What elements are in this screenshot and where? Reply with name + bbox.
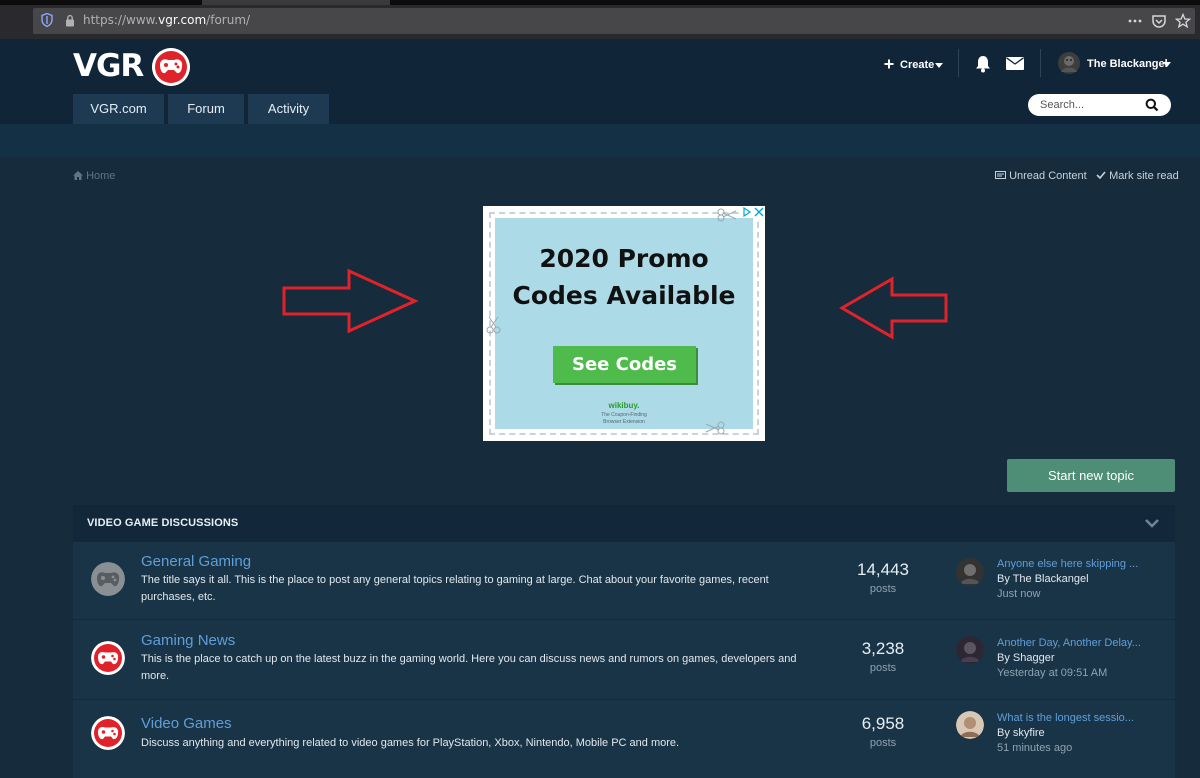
- category-header: VIDEO GAME DISCUSSIONS: [73, 505, 1175, 542]
- user-avatar: [1058, 52, 1080, 74]
- last-post-title[interactable]: Anyone else here skipping ...: [997, 558, 1147, 570]
- nav-activity[interactable]: Activity: [248, 94, 329, 124]
- header-divider: [958, 49, 959, 77]
- unread-content-link[interactable]: Unread Content: [995, 170, 1087, 182]
- breadcrumb[interactable]: Home: [73, 170, 115, 182]
- unread-icon: [995, 171, 1006, 179]
- search-icon[interactable]: [1145, 98, 1159, 112]
- ad-headline: 2020 Promo Codes Available: [483, 240, 765, 314]
- logo-text: VGR: [73, 48, 144, 84]
- check-icon: [1096, 171, 1106, 180]
- gamepad-logo-icon: [152, 48, 190, 86]
- promo-ad[interactable]: 2020 Promo Codes Available See Codes wik…: [483, 206, 765, 441]
- header-subbar: [0, 124, 1200, 158]
- forum-row[interactable]: General Gaming The title says it all. Th…: [73, 542, 1175, 619]
- unread-content-label: Unread Content: [1009, 170, 1087, 182]
- search-input[interactable]: [1040, 97, 1140, 113]
- nav-vgr-com[interactable]: VGR.com: [73, 94, 164, 124]
- ad-tagline: The Coupon-Finding Browser Extension: [483, 412, 765, 426]
- nav-forum[interactable]: Forum: [168, 94, 244, 124]
- right-arrow-annotation: [282, 268, 419, 334]
- more-icon[interactable]: [1127, 13, 1143, 29]
- ad-tagline-line1: The Coupon-Finding: [601, 412, 647, 418]
- posts-label: posts: [869, 662, 897, 674]
- breadcrumb-home[interactable]: Home: [86, 170, 115, 182]
- header-divider: [1040, 49, 1041, 77]
- envelope-icon[interactable]: [1006, 57, 1024, 70]
- caret-down-icon: [1163, 62, 1171, 67]
- plus-icon: [884, 59, 894, 69]
- post-count: 6,958: [861, 714, 905, 733]
- bell-icon[interactable]: [975, 55, 991, 73]
- see-codes-button[interactable]: See Codes: [553, 346, 696, 383]
- start-new-topic-button[interactable]: Start new topic: [1007, 459, 1175, 492]
- browser-toolbar: https://www.vgr.com/forum/: [0, 5, 1200, 39]
- lock-icon[interactable]: [65, 14, 75, 27]
- forum-description: The title says it all. This is the place…: [141, 574, 769, 603]
- left-arrow-annotation: [839, 276, 948, 340]
- forum-description: Discuss anything and everything related …: [141, 737, 680, 749]
- last-post-time: Just now: [997, 588, 1041, 600]
- last-post-time: 51 minutes ago: [997, 742, 1073, 754]
- ad-headline-line1: 2020 Promo: [539, 244, 709, 273]
- forum-description: This is the place to catch up on the lat…: [141, 653, 797, 682]
- category-title: VIDEO GAME DISCUSSIONS: [87, 517, 239, 529]
- forum-row[interactable]: Video Games Discuss anything and everyth…: [73, 700, 1175, 778]
- username: The Blackangel: [1087, 58, 1168, 70]
- ad-tagline-line2: Browser Extension: [603, 419, 645, 425]
- url-path: /forum/: [206, 13, 251, 27]
- home-icon: [73, 171, 83, 180]
- avatar[interactable]: [956, 711, 984, 739]
- mark-site-read-label: Mark site read: [1109, 170, 1179, 182]
- search-box[interactable]: [1028, 94, 1171, 116]
- forum-title-general-gaming[interactable]: General Gaming: [141, 553, 251, 570]
- url-bar[interactable]: https://www.vgr.com/forum/: [33, 8, 1195, 34]
- scissors-icon: [717, 208, 737, 222]
- scissors-icon: [486, 316, 501, 334]
- caret-down-icon: [935, 63, 943, 68]
- mark-site-read-link[interactable]: Mark site read: [1096, 170, 1179, 182]
- last-post-author[interactable]: By Shagger: [997, 652, 1054, 664]
- ad-headline-line2: Codes Available: [512, 281, 736, 310]
- shield-icon[interactable]: [41, 13, 53, 27]
- create-label: Create: [900, 59, 935, 71]
- ad-brand: wikibuy.: [608, 401, 640, 410]
- last-post-time: Yesterday at 09:51 AM: [997, 667, 1108, 679]
- avatar[interactable]: [956, 636, 984, 664]
- forum-row[interactable]: Gaming News This is the place to catch u…: [73, 620, 1175, 699]
- posts-label: posts: [869, 737, 897, 749]
- star-icon[interactable]: [1175, 13, 1191, 29]
- gamepad-icon: [91, 562, 125, 596]
- post-count: 14,443: [857, 560, 909, 579]
- forum-title-gaming-news[interactable]: Gaming News: [141, 632, 235, 649]
- pocket-icon[interactable]: [1151, 13, 1167, 29]
- post-count: 3,238: [861, 639, 905, 658]
- last-post-title[interactable]: Another Day, Another Delay...: [997, 637, 1147, 649]
- site-header: VGR VGR.com Forum Activity Create The Bl…: [0, 39, 1200, 124]
- forum-title-video-games[interactable]: Video Games: [141, 715, 232, 732]
- last-post-author[interactable]: By skyfire: [997, 727, 1045, 739]
- last-post-title[interactable]: What is the longest sessio...: [997, 712, 1147, 724]
- adchoices-icon[interactable]: [741, 206, 765, 218]
- posts-label: posts: [869, 583, 897, 595]
- chevron-down-icon[interactable]: [1144, 515, 1160, 531]
- avatar[interactable]: [956, 558, 984, 586]
- last-post-author[interactable]: By The Blackangel: [997, 573, 1089, 585]
- url-domain: vgr.com: [158, 13, 207, 27]
- gamepad-icon: [91, 641, 125, 675]
- gamepad-icon: [91, 716, 125, 750]
- url-text: https://www.vgr.com/forum/: [83, 13, 250, 27]
- url-prefix: https://www.: [83, 13, 159, 27]
